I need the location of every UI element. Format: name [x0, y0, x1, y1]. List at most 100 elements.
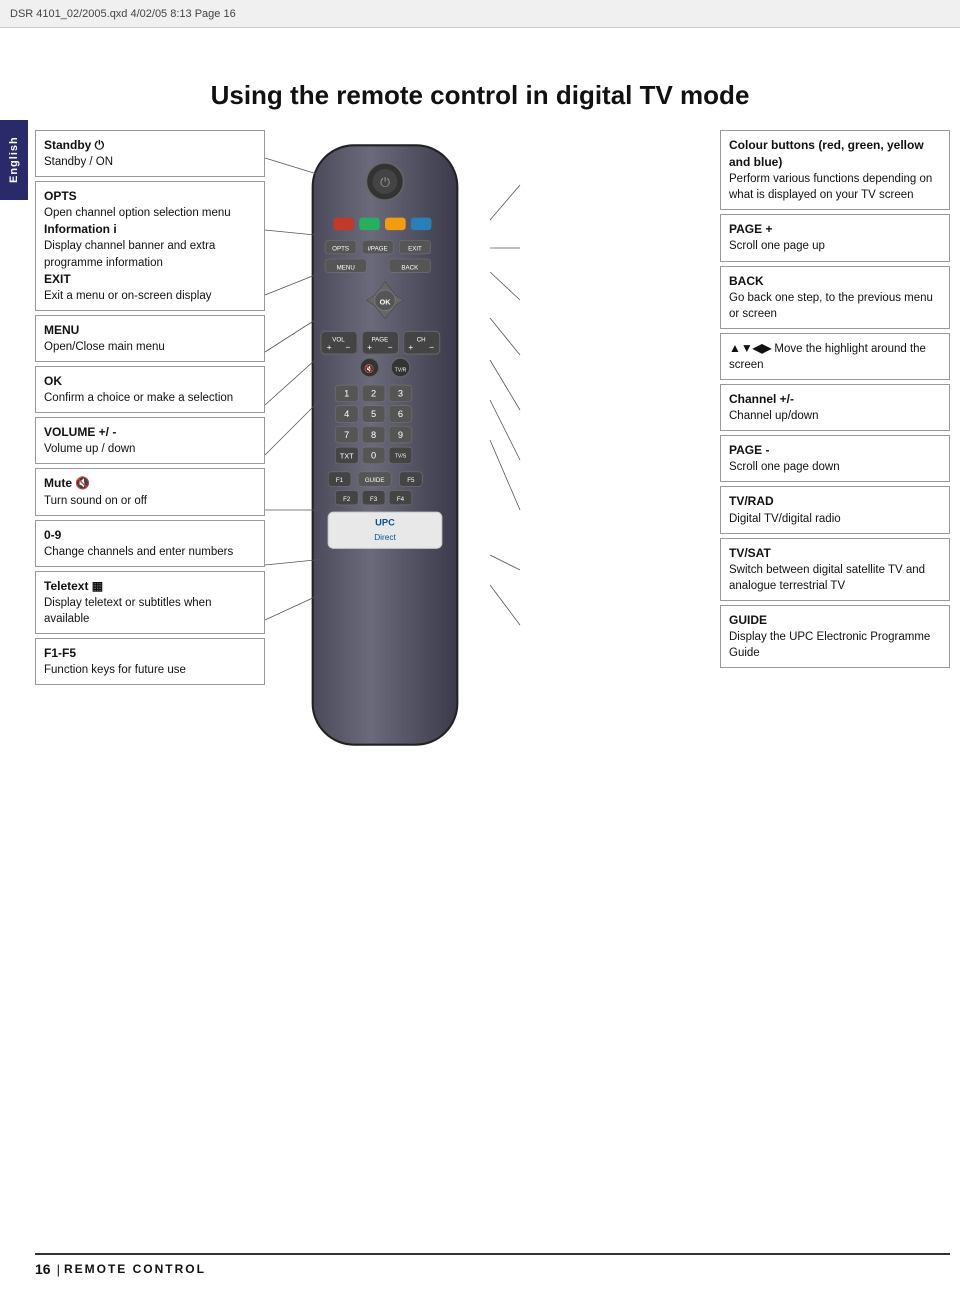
svg-text:UPC: UPC: [375, 518, 395, 528]
svg-text:4: 4: [344, 409, 349, 419]
colour-text: Perform various functions depending on w…: [729, 173, 932, 201]
standby-box: Standby ⏻ Standby / ON: [35, 130, 265, 177]
svg-text:OPTS: OPTS: [332, 246, 349, 253]
channel-text: Channel up/down: [729, 410, 819, 422]
footer-section-label: REMOTE CONTROL: [64, 1262, 206, 1276]
mute-text: Turn sound on or off: [44, 495, 147, 507]
page-plus-box: PAGE + Scroll one page up: [720, 214, 950, 261]
arrows-box: ▲▼◀▶ Move the highlight around the scree…: [720, 333, 950, 380]
mute-box: Mute 🔇 Turn sound on or off: [35, 468, 265, 515]
standby-label: Standby ⏻: [44, 138, 104, 152]
svg-text:Direct: Direct: [374, 533, 396, 542]
page-title: Using the remote control in digital TV m…: [211, 80, 750, 111]
tvrad-text: Digital TV/digital radio: [729, 513, 841, 525]
svg-text:9: 9: [398, 430, 403, 440]
channel-label: Channel +/-: [729, 392, 794, 406]
remote-svg: ⏻ OPTS i/PAGE EXIT MENU BACK OK VOL: [280, 135, 490, 755]
guide-label: GUIDE: [729, 613, 767, 627]
f1f5-box: F1-F5 Function keys for future use: [35, 638, 265, 685]
header-bar: DSR 4101_02/2005.qxd 4/02/05 8:13 Page 1…: [0, 0, 960, 28]
back-box: BACK Go back one step, to the previous m…: [720, 266, 950, 329]
svg-text:OK: OK: [380, 297, 392, 306]
standby-text: Standby / ON: [44, 156, 113, 168]
right-info-panel: Colour buttons (red, green, yellow and b…: [720, 130, 950, 668]
header-text: DSR 4101_02/2005.qxd 4/02/05 8:13 Page 1…: [10, 8, 236, 20]
left-info-panel: Standby ⏻ Standby / ON OPTS Open channel…: [35, 130, 265, 685]
svg-text:EXIT: EXIT: [408, 246, 422, 253]
svg-text:−: −: [388, 343, 393, 352]
svg-text:3: 3: [398, 388, 403, 398]
svg-text:−: −: [429, 343, 434, 352]
f1f5-label: F1-F5: [44, 646, 76, 660]
opts-exit-box: OPTS Open channel option selection menu …: [35, 181, 265, 311]
page-minus-box: PAGE - Scroll one page down: [720, 435, 950, 482]
teletext-text: Display teletext or subtitles when avail…: [44, 597, 211, 625]
opts-text: Open channel option selection menu: [44, 207, 231, 219]
tvrad-box: TV/RAD Digital TV/digital radio: [720, 486, 950, 533]
svg-text:🔇: 🔇: [364, 364, 374, 374]
arrows-label: ▲▼◀▶: [729, 341, 771, 355]
svg-text:+: +: [327, 343, 332, 352]
opts-label: OPTS: [44, 189, 77, 203]
svg-text:5: 5: [371, 409, 376, 419]
ok-label: OK: [44, 374, 62, 388]
svg-text:MENU: MENU: [337, 264, 355, 271]
colour-label: Colour buttons (red, green, yellow and b…: [729, 138, 924, 169]
guide-text: Display the UPC Electronic Programme Gui…: [729, 631, 930, 659]
svg-text:7: 7: [344, 430, 349, 440]
svg-text:VOL: VOL: [332, 337, 345, 344]
menu-label: MENU: [44, 323, 79, 337]
volume-box: VOLUME +/ - Volume up / down: [35, 417, 265, 464]
svg-text:+: +: [408, 343, 413, 352]
svg-text:F5: F5: [407, 477, 415, 484]
footer-separator: |: [57, 1262, 60, 1277]
tvsat-box: TV/SAT Switch between digital satellite …: [720, 538, 950, 601]
menu-box: MENU Open/Close main menu: [35, 315, 265, 362]
channel-box: Channel +/- Channel up/down: [720, 384, 950, 431]
exit-text: Exit a menu or on-screen display: [44, 290, 211, 302]
svg-text:F1: F1: [336, 477, 344, 484]
menu-text: Open/Close main menu: [44, 341, 165, 353]
footer: 16 | REMOTE CONTROL: [35, 1253, 950, 1277]
svg-text:i/PAGE: i/PAGE: [368, 246, 388, 253]
0-9-text: Change channels and enter numbers: [44, 546, 233, 558]
info-label: Information i: [44, 222, 117, 236]
tvsat-label: TV/SAT: [729, 546, 771, 560]
svg-text:TXT: TXT: [340, 451, 354, 460]
teletext-label: Teletext ▦: [44, 579, 103, 593]
svg-text:F3: F3: [370, 496, 378, 503]
info-text: Display channel banner and extra program…: [44, 240, 215, 268]
svg-text:GUIDE: GUIDE: [365, 477, 385, 484]
svg-text:1: 1: [344, 388, 349, 398]
svg-text:6: 6: [398, 409, 403, 419]
svg-text:TV/S: TV/S: [395, 453, 407, 459]
page-plus-label: PAGE +: [729, 222, 772, 236]
svg-text:2: 2: [371, 388, 376, 398]
exit-label: EXIT: [44, 272, 71, 286]
svg-text:CH: CH: [417, 337, 426, 344]
svg-text:⏻: ⏻: [380, 176, 390, 190]
back-label: BACK: [729, 274, 764, 288]
guide-box: GUIDE Display the UPC Electronic Program…: [720, 605, 950, 668]
svg-text:−: −: [345, 343, 350, 352]
svg-text:F2: F2: [343, 496, 351, 503]
svg-text:F4: F4: [397, 496, 405, 503]
back-text: Go back one step, to the previous menu o…: [729, 292, 933, 320]
svg-text:PAGE: PAGE: [371, 337, 388, 344]
colour-box: Colour buttons (red, green, yellow and b…: [720, 130, 950, 210]
svg-text:BACK: BACK: [401, 264, 419, 271]
0-9-label: 0-9: [44, 528, 61, 542]
0-9-box: 0-9 Change channels and enter numbers: [35, 520, 265, 567]
footer-page-number: 16: [35, 1261, 51, 1277]
mute-label: Mute 🔇: [44, 476, 90, 490]
tvrad-label: TV/RAD: [729, 494, 774, 508]
f1f5-text: Function keys for future use: [44, 664, 186, 676]
page-minus-text: Scroll one page down: [729, 461, 840, 473]
volume-text: Volume up / down: [44, 443, 135, 455]
page-plus-text: Scroll one page up: [729, 240, 825, 252]
svg-text:8: 8: [371, 430, 376, 440]
svg-text:TV/R: TV/R: [395, 368, 407, 374]
language-tab: English: [0, 120, 28, 200]
svg-text:+: +: [367, 343, 372, 352]
ok-box: OK Confirm a choice or make a selection: [35, 366, 265, 413]
